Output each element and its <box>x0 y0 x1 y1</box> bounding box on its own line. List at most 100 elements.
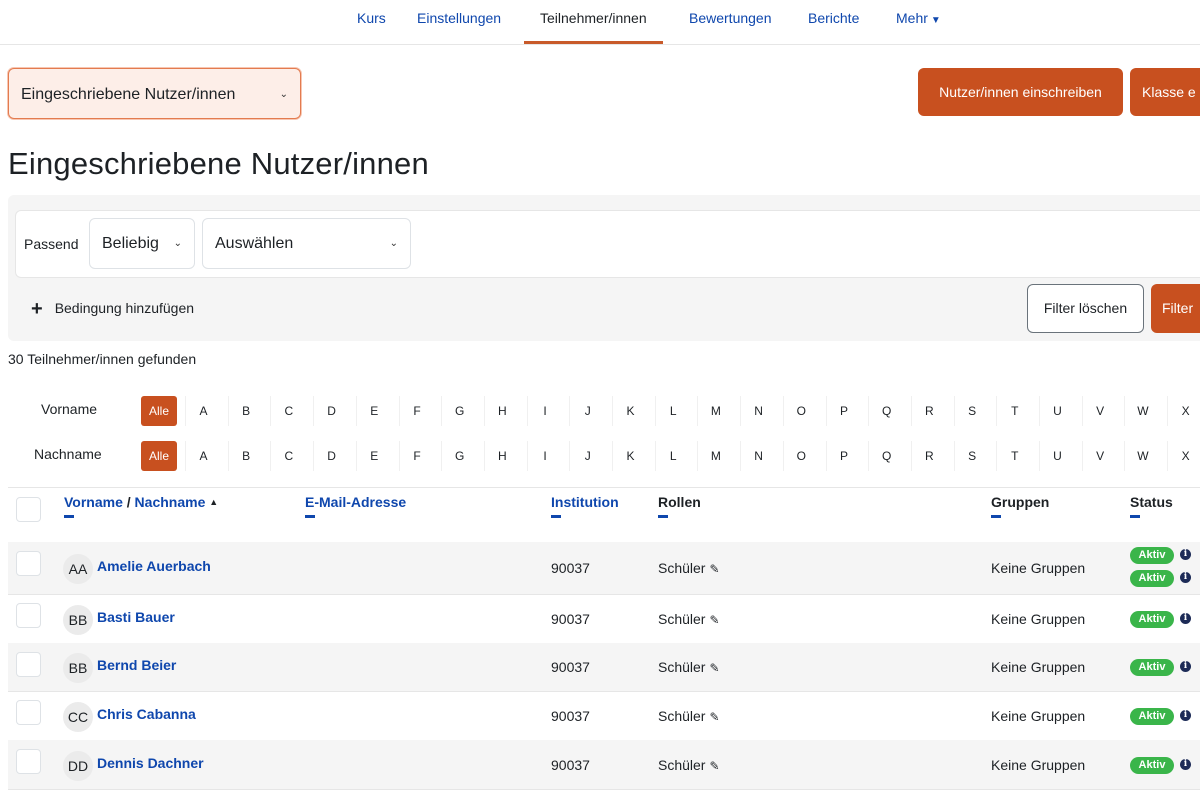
collapse-column-icon[interactable] <box>64 515 74 518</box>
firstname-initial-all[interactable]: Alle <box>141 396 177 426</box>
lastname-initial-p[interactable]: P <box>825 441 862 471</box>
lastname-initial-v[interactable]: V <box>1081 441 1118 471</box>
lastname-initial-f[interactable]: F <box>398 441 435 471</box>
firstname-initial-w[interactable]: W <box>1124 396 1160 426</box>
lastname-initial-l[interactable]: L <box>654 441 691 471</box>
collapse-column-icon[interactable] <box>305 515 315 518</box>
lastname-initial-d[interactable]: D <box>313 441 349 471</box>
sort-institution-link[interactable]: Institution <box>551 494 619 510</box>
apply-filters-button[interactable]: Filter <box>1151 284 1200 333</box>
lastname-initial-j[interactable]: J <box>569 441 605 471</box>
lastname-initial-n[interactable]: N <box>740 441 776 471</box>
firstname-initial-h[interactable]: H <box>483 396 520 426</box>
info-icon[interactable]: i <box>1180 661 1191 672</box>
lastname-initial-x[interactable]: X <box>1167 441 1200 471</box>
lastname-initial-m[interactable]: M <box>697 441 733 471</box>
pencil-icon[interactable]: ✎ <box>709 613 719 627</box>
firstname-initial-u[interactable]: U <box>1039 396 1075 426</box>
info-icon[interactable]: i <box>1180 572 1191 583</box>
firstname-initial-p[interactable]: P <box>825 396 862 426</box>
row-select-checkbox[interactable] <box>16 749 41 774</box>
lastname-initial-k[interactable]: K <box>612 441 648 471</box>
firstname-initial-v[interactable]: V <box>1081 396 1118 426</box>
lastname-initial-i[interactable]: I <box>526 441 563 471</box>
tab-bewertungen[interactable]: Bewertungen <box>673 0 788 44</box>
info-icon[interactable]: i <box>1180 549 1191 560</box>
row-select-checkbox[interactable] <box>16 700 41 725</box>
participant-name-link[interactable]: Bernd Beier <box>97 657 176 673</box>
groups-header-label: Gruppen <box>991 494 1050 510</box>
sort-email-link[interactable]: E-Mail-Adresse <box>305 494 406 510</box>
status-badge: Aktiv <box>1130 610 1174 628</box>
participant-name-link[interactable]: Amelie Auerbach <box>97 558 211 574</box>
participant-name-link[interactable]: Dennis Dachner <box>97 755 204 771</box>
row-select-checkbox[interactable] <box>16 551 41 576</box>
firstname-initial-i[interactable]: I <box>526 396 563 426</box>
enrol-class-button[interactable]: Klasse e <box>1130 68 1200 116</box>
lastname-initial-a[interactable]: A <box>185 441 221 471</box>
firstname-initial-c[interactable]: C <box>270 396 306 426</box>
match-select[interactable]: Beliebig ⌄ <box>89 218 195 269</box>
lastname-initial-t[interactable]: T <box>996 441 1032 471</box>
firstname-initial-r[interactable]: R <box>910 396 947 426</box>
lastname-initial-r[interactable]: R <box>910 441 947 471</box>
filter-type-select[interactable]: Auswählen ⌄ <box>202 218 411 269</box>
info-icon[interactable]: i <box>1180 612 1191 624</box>
firstname-initial-f[interactable]: F <box>398 396 435 426</box>
clear-filters-button[interactable]: Filter löschen <box>1027 284 1144 333</box>
lastname-initial-w[interactable]: W <box>1124 441 1160 471</box>
info-icon[interactable]: i <box>1180 758 1191 770</box>
collapse-column-icon[interactable] <box>1130 515 1140 518</box>
firstname-initial-m[interactable]: M <box>697 396 733 426</box>
lastname-initial-e[interactable]: E <box>355 441 392 471</box>
firstname-initial-q[interactable]: Q <box>868 396 904 426</box>
row-select-checkbox[interactable] <box>16 652 41 677</box>
tab-mehr[interactable]: Mehr ▼ <box>880 0 957 44</box>
select-all-checkbox[interactable] <box>16 497 41 522</box>
collapse-column-icon[interactable] <box>991 515 1001 518</box>
enrol-users-button[interactable]: Nutzer/innen einschreiben <box>918 68 1123 116</box>
firstname-initial-a[interactable]: A <box>185 396 221 426</box>
lastname-initial-o[interactable]: O <box>782 441 819 471</box>
lastname-initial-q[interactable]: Q <box>868 441 904 471</box>
pencil-icon[interactable]: ✎ <box>709 661 719 675</box>
firstname-initial-k[interactable]: K <box>612 396 648 426</box>
lastname-initial-h[interactable]: H <box>483 441 520 471</box>
firstname-initial-l[interactable]: L <box>654 396 691 426</box>
pencil-icon[interactable]: ✎ <box>709 759 719 773</box>
firstname-initial-g[interactable]: G <box>441 396 477 426</box>
sort-firstname-link[interactable]: Vorname <box>64 494 123 510</box>
match-select-value: Beliebig <box>102 235 159 252</box>
participant-name-link[interactable]: Chris Cabanna <box>97 706 196 722</box>
info-icon[interactable]: i <box>1180 709 1191 721</box>
lastname-initial-b[interactable]: B <box>227 441 264 471</box>
sort-lastname-link[interactable]: Nachname <box>135 494 206 510</box>
firstname-initial-s[interactable]: S <box>953 396 990 426</box>
pencil-icon[interactable]: ✎ <box>709 710 719 724</box>
firstname-initial-t[interactable]: T <box>996 396 1032 426</box>
firstname-initial-x[interactable]: X <box>1167 396 1200 426</box>
firstname-initial-n[interactable]: N <box>740 396 776 426</box>
lastname-initial-all[interactable]: Alle <box>141 441 177 471</box>
tab-einstellungen[interactable]: Einstellungen <box>401 0 517 44</box>
lastname-initial-s[interactable]: S <box>953 441 990 471</box>
add-condition-button[interactable]: + Bedingung hinzufügen <box>31 298 194 321</box>
firstname-initial-b[interactable]: B <box>227 396 264 426</box>
firstname-initial-d[interactable]: D <box>313 396 349 426</box>
lastname-initial-c[interactable]: C <box>270 441 306 471</box>
collapse-column-icon[interactable] <box>658 515 668 518</box>
tab-teilnehmer[interactable]: Teilnehmer/innen <box>524 0 663 44</box>
pencil-icon[interactable]: ✎ <box>709 562 719 576</box>
firstname-initial-o[interactable]: O <box>782 396 819 426</box>
collapse-column-icon[interactable] <box>551 515 561 518</box>
lastname-initial-u[interactable]: U <box>1039 441 1075 471</box>
tab-kurs[interactable]: Kurs <box>341 0 402 44</box>
tab-berichte[interactable]: Berichte <box>792 0 875 44</box>
participants-page-select[interactable]: Eingeschriebene Nutzer/innen ⌄ <box>8 68 301 119</box>
sort-ascending-icon: ▲ <box>209 497 219 507</box>
row-select-checkbox[interactable] <box>16 603 41 628</box>
firstname-initial-e[interactable]: E <box>355 396 392 426</box>
firstname-initial-j[interactable]: J <box>569 396 605 426</box>
lastname-initial-g[interactable]: G <box>441 441 477 471</box>
participant-name-link[interactable]: Basti Bauer <box>97 609 175 625</box>
